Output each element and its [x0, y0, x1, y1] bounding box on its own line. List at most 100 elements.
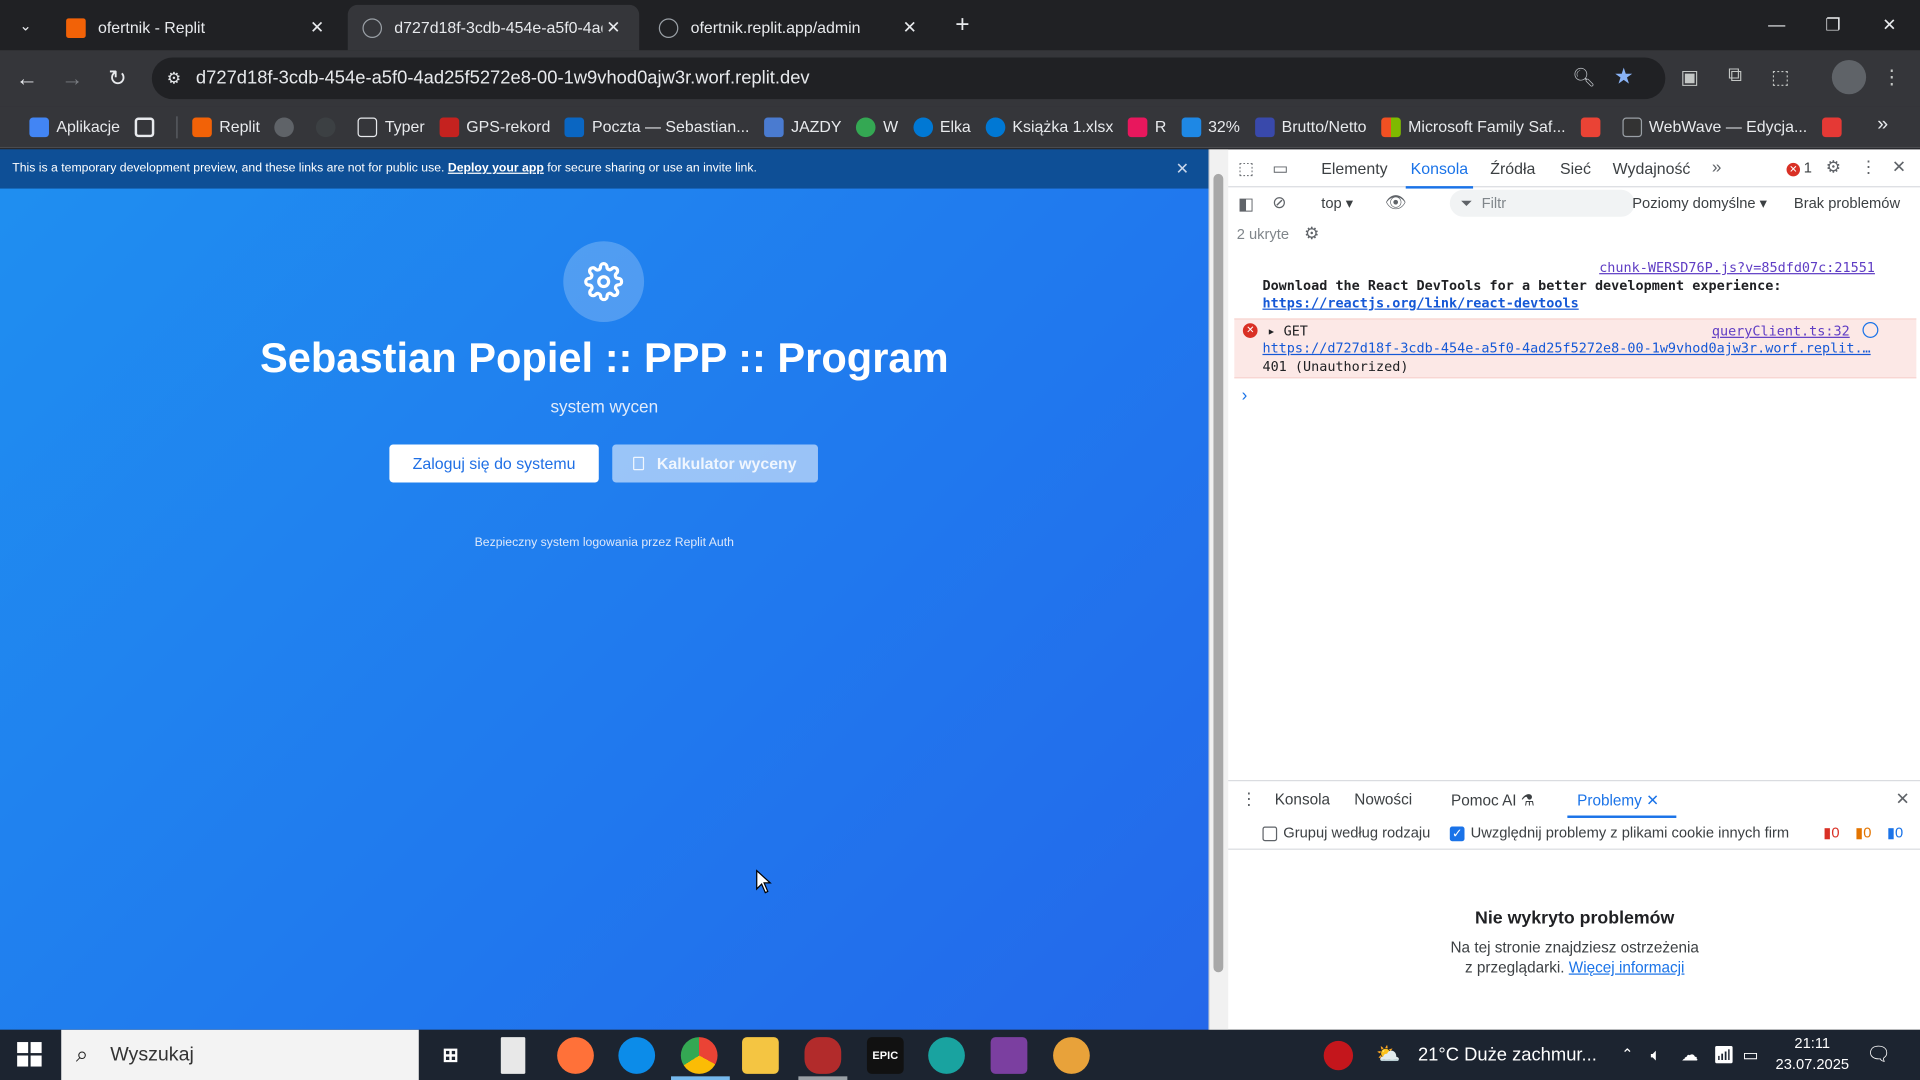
bookmark-tab-grid[interactable]: [127, 111, 169, 143]
group-by-kind-checkbox[interactable]: [1262, 826, 1278, 842]
bookmark-brutto-netto[interactable]: Brutto/Netto: [1247, 111, 1374, 143]
weather-text[interactable]: 21°C Duże zachmur...: [1418, 1030, 1597, 1080]
network-icon[interactable]: 📶︎: [1713, 1030, 1735, 1080]
tray-chevron-icon[interactable]: ⌃: [1621, 1030, 1633, 1080]
file-explorer-icon[interactable]: [742, 1037, 779, 1074]
page-scrollbar[interactable]: [1209, 149, 1229, 1030]
devtools-tab-network[interactable]: Sieć: [1560, 159, 1591, 177]
zoom-icon[interactable]: 🔍︎: [1572, 66, 1595, 88]
error-source-link[interactable]: queryClient.ts:32: [1712, 323, 1850, 339]
devtools-tab-elements[interactable]: Elementy: [1321, 159, 1387, 177]
live-expression-eye-icon[interactable]: 👁︎: [1385, 192, 1407, 213]
bookmark-jazdy[interactable]: JAZDY: [757, 111, 849, 143]
extensions-icon[interactable]: ⬚: [1767, 65, 1794, 89]
login-button[interactable]: Zaloguj się do systemu: [389, 444, 599, 483]
ai-insight-icon[interactable]: [1862, 322, 1879, 338]
bookmark-z[interactable]: [1815, 111, 1857, 143]
task-view-icon[interactable]: ⊞: [432, 1037, 469, 1074]
context-selector[interactable]: top ▾: [1321, 195, 1353, 212]
address-bar[interactable]: ⚙ d727d18f-3cdb-454e-a5f0-4ad25f5272e8-0…: [151, 57, 1666, 100]
close-drawer-icon[interactable]: ✕: [1896, 789, 1910, 810]
console-settings-icon[interactable]: ⚙: [1304, 223, 1319, 244]
tab-dev-preview[interactable]: d727d18f-3cdb-454e-a5f0-4ad ✕: [347, 4, 640, 51]
notifications-icon[interactable]: 🗨︎: [1866, 1030, 1891, 1080]
reload-button[interactable]: ↻: [102, 62, 134, 94]
error-count-badge[interactable]: ✕ 1: [1786, 159, 1812, 177]
devtools-tab-performance[interactable]: Wydajność: [1613, 159, 1691, 177]
close-tab-icon[interactable]: ✕: [306, 17, 328, 38]
log-levels-dropdown[interactable]: Poziomy domyślne ▾: [1632, 195, 1767, 212]
close-tab-icon[interactable]: ✕: [899, 17, 921, 38]
antivirus-tray-icon[interactable]: [1323, 1040, 1354, 1071]
bookmark-aplikacje[interactable]: Aplikacje: [22, 111, 127, 143]
forward-button[interactable]: →: [56, 62, 88, 94]
tab-groups-icon[interactable]: ⧉: [1722, 65, 1749, 87]
react-devtools-link[interactable]: https://reactjs.org/link/react-devtools: [1262, 295, 1578, 311]
message-source-link[interactable]: chunk-WERSD76P.js?v=85dfd07c:21551: [1599, 260, 1875, 276]
tab-search-button[interactable]: ⌄: [10, 10, 42, 42]
more-bookmarks-icon[interactable]: »: [1877, 114, 1888, 136]
more-tabs-icon[interactable]: »: [1712, 157, 1722, 177]
app-icon[interactable]: [928, 1037, 965, 1074]
console-prompt[interactable]: ›: [1242, 384, 1248, 404]
console-filter-input[interactable]: ⏷ Filtr: [1449, 189, 1635, 217]
bookmark-gps-rekord[interactable]: GPS-rekord: [432, 111, 558, 143]
bookmark-ksiazka[interactable]: Książka 1.xlsx: [978, 111, 1121, 143]
menu-icon[interactable]: ⋮: [1878, 65, 1905, 89]
edge-icon[interactable]: [618, 1037, 656, 1074]
third-party-cookie-checkbox[interactable]: ✓: [1449, 826, 1465, 842]
bookmark-r[interactable]: R: [1121, 111, 1174, 143]
taskbar-search-box[interactable]: ⌕ Wyszukaj: [61, 1029, 419, 1080]
weather-icon[interactable]: ⛅: [1376, 1030, 1400, 1080]
system-clock[interactable]: 21:11 23.07.2025: [1776, 1033, 1850, 1075]
firefox-icon[interactable]: [557, 1037, 594, 1074]
bookmark-32[interactable]: 32%: [1174, 111, 1248, 143]
new-tab-button[interactable]: +: [948, 10, 977, 39]
bookmark-openai[interactable]: [309, 111, 351, 143]
url-text[interactable]: d727d18f-3cdb-454e-a5f0-4ad25f5272e8-00-…: [196, 67, 810, 88]
profile-avatar[interactable]: [1831, 60, 1867, 95]
issues-counter[interactable]: Brak problemów: [1794, 195, 1900, 212]
error-url-link[interactable]: https://d727d18f-3cdb-454e-a5f0-4ad25f52…: [1262, 340, 1870, 356]
drawer-tab-ai-assistance[interactable]: Pomoc AI ⚗: [1451, 791, 1535, 809]
settings-gear-icon[interactable]: ⚙: [1826, 157, 1841, 178]
minimize-button[interactable]: —: [1749, 0, 1805, 49]
deploy-app-link[interactable]: Deploy your app: [448, 162, 544, 175]
close-devtools-icon[interactable]: ✕: [1892, 157, 1906, 178]
scrollbar-thumb[interactable]: [1213, 173, 1224, 973]
close-tab-icon[interactable]: ✕: [1646, 792, 1659, 809]
close-tab-icon[interactable]: ✕: [602, 17, 624, 38]
maximize-button[interactable]: ❐: [1805, 0, 1861, 49]
app-icon[interactable]: [804, 1037, 842, 1074]
devtools-menu-icon[interactable]: ⋮: [1860, 157, 1877, 178]
clear-console-icon[interactable]: ⊘: [1272, 192, 1286, 213]
bookmark-w[interactable]: W: [849, 111, 906, 143]
power-app-icon[interactable]: [1053, 1037, 1090, 1074]
epic-games-icon[interactable]: EPIC: [866, 1037, 904, 1074]
close-banner-icon[interactable]: ✕: [1176, 149, 1189, 188]
app-icon[interactable]: [990, 1037, 1028, 1074]
battery-icon[interactable]: ▭: [1742, 1030, 1758, 1080]
chrome-icon[interactable]: [680, 1037, 718, 1074]
bookmark-webwave[interactable]: WebWave — Edycja...: [1615, 111, 1815, 143]
bookmark-typer[interactable]: Typer: [351, 111, 432, 143]
drawer-tab-whats-new[interactable]: Nowości: [1354, 791, 1412, 808]
device-toolbar-icon[interactable]: ▭: [1272, 158, 1288, 179]
calculator-button[interactable]: Kalkulator wyceny: [612, 444, 818, 483]
bookmark-gmail[interactable]: [1573, 111, 1615, 143]
drawer-tab-console[interactable]: Konsola: [1275, 791, 1330, 808]
bookmark-globe[interactable]: [267, 111, 309, 143]
drawer-menu-icon[interactable]: ⋮: [1240, 789, 1257, 810]
bookmark-microsoft-family[interactable]: Microsoft Family Saf...: [1374, 111, 1573, 143]
tab-ofertnik-replit[interactable]: ofertnik - Replit ✕: [51, 5, 342, 50]
drawer-tab-issues[interactable]: Problemy ✕: [1567, 791, 1676, 818]
learn-more-link[interactable]: Więcej informacji: [1569, 959, 1685, 976]
error-expand-toggle[interactable]: ▸ GET: [1267, 323, 1308, 339]
screenshot-icon[interactable]: ▣: [1676, 65, 1703, 89]
close-window-button[interactable]: ✕: [1861, 0, 1917, 49]
file-icon[interactable]: [500, 1037, 526, 1074]
tab-ofertnik-admin[interactable]: ofertnik.replit.app/admin ✕: [644, 5, 935, 50]
devtools-tab-sources[interactable]: Źródła: [1490, 159, 1535, 177]
volume-icon[interactable]: 🔈︎: [1651, 1030, 1661, 1080]
bookmark-replit[interactable]: Replit: [185, 111, 267, 143]
